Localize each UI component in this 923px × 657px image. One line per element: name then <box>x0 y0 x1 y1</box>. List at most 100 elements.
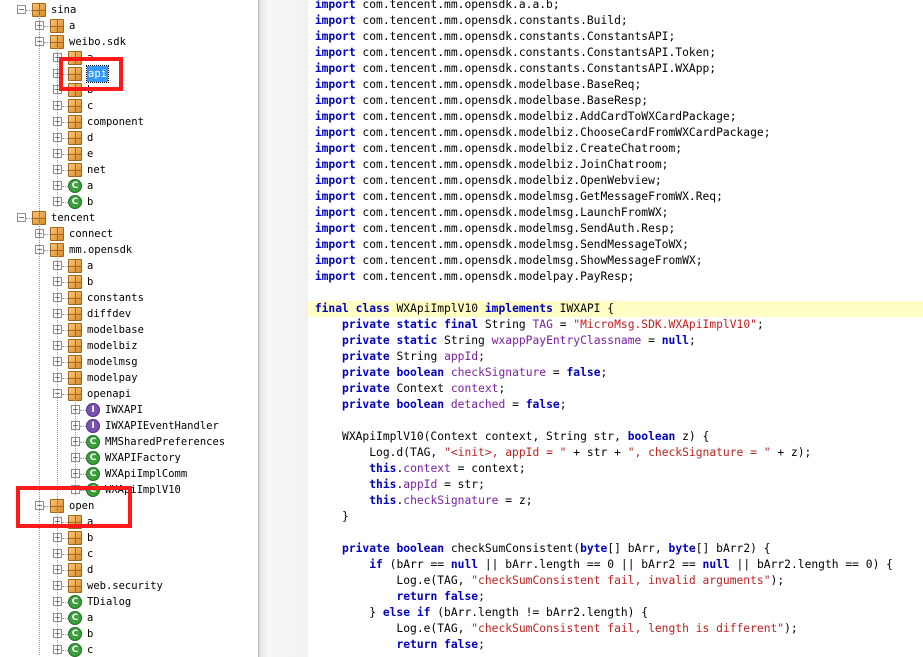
field-token: context <box>450 382 499 395</box>
line-gutter <box>308 14 315 27</box>
code-token: com.tencent.mm.opensdk.modelbiz.JoinChat… <box>355 158 669 171</box>
keyword-token: import <box>314 126 356 139</box>
tree-guide-line <box>57 255 58 511</box>
package-icon <box>68 339 82 353</box>
code-line: import com.tencent.mm.opensdk.modelbiz.O… <box>308 173 923 189</box>
code-line: import com.tencent.mm.opensdk.modelbase.… <box>308 77 923 93</box>
tree-guide-line <box>57 47 58 207</box>
code-line: private boolean checkSignature = false; <box>308 365 923 381</box>
code-token: checkSumConsistent( <box>444 542 581 555</box>
tree-item-label: b <box>87 196 94 208</box>
line-gutter <box>308 286 315 299</box>
field-token: TAG <box>532 318 553 331</box>
tree-item-label: a <box>87 260 94 272</box>
line-gutter <box>308 254 315 267</box>
class-icon: C <box>86 451 100 465</box>
code-line: private Context context; <box>308 381 923 397</box>
code-token: = <box>505 398 526 411</box>
line-gutter <box>308 414 315 427</box>
code-token: } <box>314 606 383 619</box>
code-line: import com.tencent.mm.opensdk.modelpay.P… <box>308 269 923 285</box>
code-token: WXApiImplV10(Context context, String str… <box>314 430 628 443</box>
line-gutter <box>308 318 315 331</box>
line-gutter <box>308 0 315 11</box>
keyword-token: byte <box>580 542 608 555</box>
line-gutter <box>308 46 315 59</box>
code-token: com.tencent.mm.opensdk.modelpay.PayResp; <box>355 270 635 283</box>
annotation-box-open <box>16 486 132 528</box>
collapse-icon[interactable]: − <box>17 213 26 222</box>
keyword-token: final class <box>314 302 390 315</box>
code-token: com.tencent.mm.opensdk.modelmsg.GetMessa… <box>355 190 723 203</box>
keyword-token: import <box>314 238 356 251</box>
code-line: Log.e(TAG, "checkSumConsistent fail, len… <box>308 621 923 637</box>
tree-item-label: c <box>87 100 94 112</box>
keyword-token: import <box>314 30 356 43</box>
code-line <box>308 413 923 429</box>
tree-item-label: a <box>87 180 94 192</box>
line-gutter <box>308 526 315 539</box>
tree-item-label: modelpay <box>87 372 138 384</box>
code-line <box>308 285 923 301</box>
code-token: = str; <box>437 478 485 491</box>
line-gutter <box>308 494 315 507</box>
code-line: private static final String TAG = "Micro… <box>308 317 923 333</box>
pane-splitter[interactable] <box>258 0 308 657</box>
tree-item-label: MMSharedPreferences <box>105 436 226 448</box>
line-gutter <box>308 478 315 491</box>
code-line: private static String wxappPayEntryClass… <box>308 333 923 349</box>
package-icon <box>68 163 82 177</box>
line-gutter <box>308 78 315 91</box>
keyword-token: null <box>661 334 689 347</box>
keyword-token: import <box>314 254 356 267</box>
package-icon <box>68 99 82 113</box>
interface-icon: I <box>86 403 100 417</box>
code-token: com.tencent.mm.opensdk.modelbase.BaseReq… <box>355 78 642 91</box>
package-icon <box>68 307 82 321</box>
code-token: ; <box>498 382 506 395</box>
code-token: + str + <box>566 446 628 459</box>
code-token: IWXAPI { <box>552 302 615 315</box>
keyword-token: private boolean <box>342 398 445 411</box>
tree-item-label: openapi <box>87 388 132 400</box>
line-gutter <box>308 510 315 523</box>
field-token: detached <box>450 398 506 411</box>
string-token: "checkSumConsistent fail, length is diff… <box>471 622 785 635</box>
class-icon: C <box>86 435 100 449</box>
class-icon: C <box>68 643 82 657</box>
code-token: String <box>389 350 445 363</box>
line-gutter <box>308 366 315 379</box>
tree-guide-line <box>57 511 58 655</box>
package-icon <box>68 131 82 145</box>
code-editor[interactable]: import com.tencent.mm.opensdk.a.a.b; imp… <box>308 0 923 657</box>
line-gutter <box>308 574 315 587</box>
line-gutter <box>308 606 315 619</box>
code-token: = z; <box>498 494 533 507</box>
keyword-token: import <box>314 14 356 27</box>
collapse-icon[interactable]: − <box>17 5 26 14</box>
code-token: com.tencent.mm.opensdk.constants.Constan… <box>355 62 717 75</box>
line-gutter <box>308 270 315 283</box>
code-line: if (bArr == null || bArr.length == 0 || … <box>308 557 923 573</box>
code-token: = <box>552 318 574 331</box>
code-token: Context <box>389 382 451 395</box>
line-gutter <box>308 334 315 347</box>
keyword-token: import <box>314 222 356 235</box>
code-token: com.tencent.mm.opensdk.modelbiz.ChooseCa… <box>355 126 771 139</box>
keyword-token: else if <box>382 606 431 619</box>
code-token: String <box>478 318 533 331</box>
code-token: com.tencent.mm.opensdk.modelbase.BaseRes… <box>355 94 649 107</box>
package-tree[interactable]: − sina + a − weibo.sdk + a + api + b + c + component + d +… <box>0 0 258 657</box>
line-gutter <box>308 222 315 235</box>
code-token: Log.e(TAG, <box>314 622 472 635</box>
tree-item-label: d <box>87 564 94 576</box>
line-gutter <box>308 94 315 107</box>
code-line: this.context = context; <box>308 461 923 477</box>
code-line: import com.tencent.mm.opensdk.modelbase.… <box>308 93 923 109</box>
tree-item-label: c <box>87 644 94 656</box>
keyword-token: import <box>314 78 356 91</box>
code-line: private String appId; <box>308 349 923 365</box>
string-token: "MicroMsg.SDK.WXApiImplV10" <box>573 318 757 331</box>
class-icon: C <box>68 195 82 209</box>
